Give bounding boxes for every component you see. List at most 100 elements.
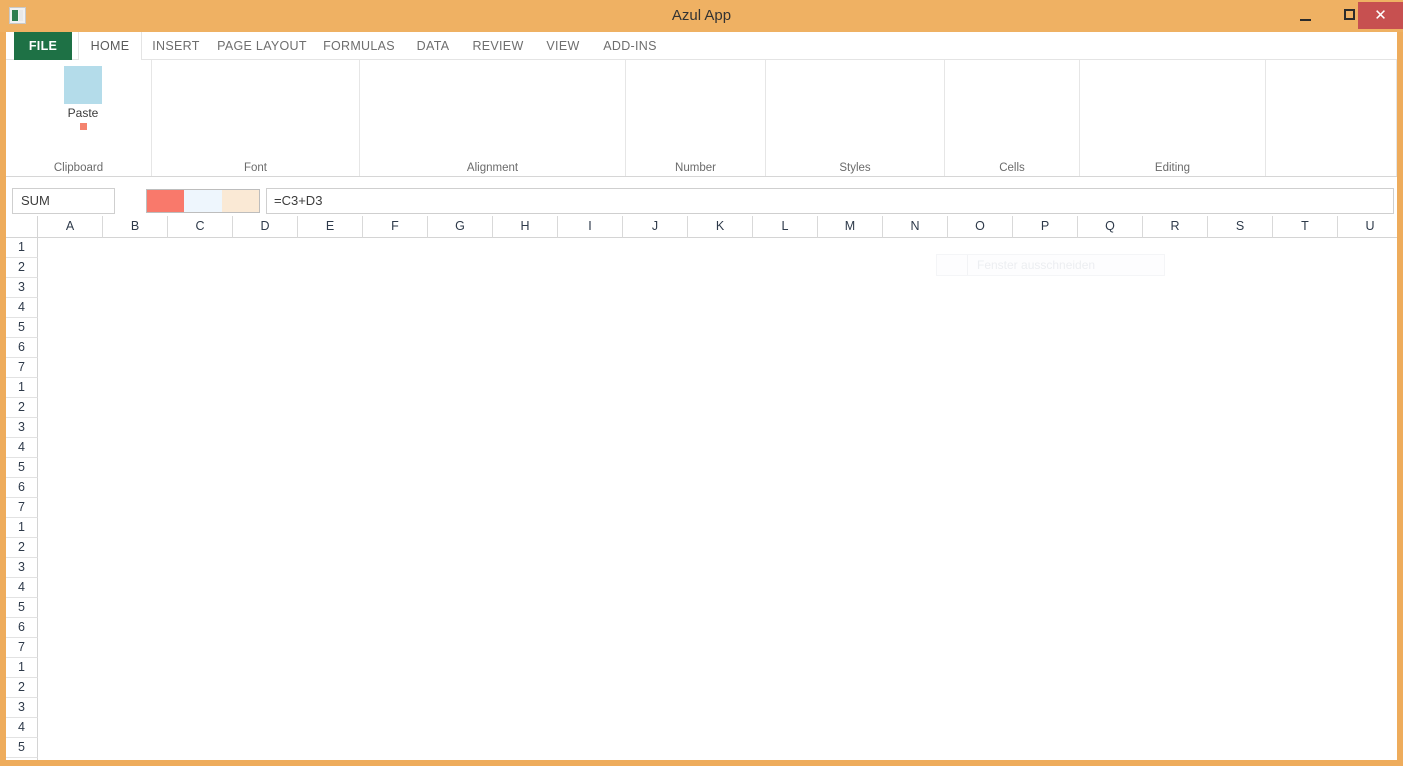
formula-action-buttons (146, 189, 260, 213)
paste-button[interactable]: Paste (52, 66, 114, 144)
row-header[interactable]: 1 (6, 658, 38, 678)
formula-bar: SUM =C3+D3 (6, 177, 1397, 216)
ribbon-group-font: Font (152, 60, 360, 176)
row-header[interactable]: 6 (6, 618, 38, 638)
column-header-o[interactable]: O (948, 216, 1013, 238)
cancel-button[interactable] (147, 190, 185, 212)
row-header[interactable]: 2 (6, 538, 38, 558)
column-header-b[interactable]: B (103, 216, 168, 238)
ribbon-group-label: Alignment (466, 162, 519, 174)
ribbon-group-spacer (1266, 60, 1397, 176)
row-header[interactable]: 3 (6, 278, 38, 298)
close-button[interactable]: ✕ (1358, 2, 1403, 29)
ribbon-tab-data[interactable]: DATA (404, 32, 462, 60)
window-client-area: FILE HOME INSERT PAGE LAYOUT FORMULAS DATA REV… (6, 32, 1397, 760)
column-header-s[interactable]: S (1208, 216, 1273, 238)
spreadsheet-grid: ABCDEFGHIJKLMNOPQRSTU 123456712345671234… (6, 216, 1397, 760)
column-header-u[interactable]: U (1338, 216, 1397, 238)
ribbon-tab-add-ins[interactable]: ADD-INS (592, 32, 668, 60)
column-header-c[interactable]: C (168, 216, 233, 238)
row-header[interactable]: 1 (6, 518, 38, 538)
ribbon-tab-home[interactable]: HOME (78, 32, 142, 61)
column-header-f[interactable]: F (363, 216, 428, 238)
application-window: Azul App ✕ FILE HOME INSERT PAGE LAYOUT FORM… (0, 0, 1403, 766)
row-header[interactable]: 4 (6, 298, 38, 318)
column-header-e[interactable]: E (298, 216, 363, 238)
row-header[interactable]: 6 (6, 478, 38, 498)
ribbon-tab-file[interactable]: FILE (14, 32, 72, 60)
ribbon-tab-formulas[interactable]: FORMULAS (314, 32, 404, 60)
ribbon-tab-view[interactable]: VIEW (534, 32, 592, 60)
row-header[interactable]: 3 (6, 558, 38, 578)
ribbon-group-label: Clipboard (53, 162, 104, 174)
ribbon-group-cells: Cells (945, 60, 1080, 176)
row-header[interactable]: 1 (6, 378, 38, 398)
column-header-n[interactable]: N (883, 216, 948, 238)
column-header-r[interactable]: R (1143, 216, 1208, 238)
window-snip-ghost-overlay[interactable]: Fenster ausschneiden (936, 254, 1165, 276)
ribbon-tab-page-layout[interactable]: PAGE LAYOUT (210, 32, 314, 60)
window-title: Azul App (671, 7, 732, 24)
column-header-t[interactable]: T (1273, 216, 1338, 238)
column-header-h[interactable]: H (493, 216, 558, 238)
ribbon-group-label: Styles (839, 162, 871, 174)
row-header[interactable]: 7 (6, 498, 38, 518)
paste-clipboard-icon (64, 66, 102, 104)
row-header[interactable]: 5 (6, 458, 38, 478)
close-icon: ✕ (1374, 6, 1387, 24)
row-header[interactable]: 7 (6, 638, 38, 658)
row-header-column: 123456712345671234567123456 (6, 238, 38, 760)
column-header-p[interactable]: P (1013, 216, 1078, 238)
ribbon-tab-strip: FILE HOME INSERT PAGE LAYOUT FORMULAS DATA REV… (6, 32, 1397, 61)
ribbon-tab-review[interactable]: REVIEW (462, 32, 534, 60)
column-header-l[interactable]: L (753, 216, 818, 238)
row-header[interactable]: 2 (6, 258, 38, 278)
column-header-m[interactable]: M (818, 216, 883, 238)
ribbon-group-label: Editing (1154, 162, 1191, 174)
maximize-icon (1344, 9, 1355, 20)
ribbon-group-label: Cells (999, 162, 1025, 174)
insert-fx-button[interactable] (221, 190, 259, 212)
row-header[interactable]: 4 (6, 438, 38, 458)
row-header[interactable]: 2 (6, 678, 38, 698)
row-header[interactable]: 2 (6, 398, 38, 418)
row-header[interactable]: 4 (6, 578, 38, 598)
paste-button-label: Paste (67, 106, 99, 120)
row-header[interactable]: 7 (6, 358, 38, 378)
minimize-icon (1300, 19, 1311, 21)
ribbon-group-label: Number (675, 162, 716, 174)
ghost-icon-slot (937, 255, 968, 275)
row-header[interactable]: 3 (6, 418, 38, 438)
row-header[interactable]: 5 (6, 318, 38, 338)
ribbon-tab-insert[interactable]: INSERT (142, 32, 210, 60)
ribbon-group-label: Font (243, 162, 267, 174)
ribbon-group-editing: Editing (1080, 60, 1266, 176)
column-header-row: ABCDEFGHIJKLMNOPQRSTU (38, 216, 1397, 238)
title-bar: Azul App ✕ (0, 0, 1403, 32)
row-header[interactable]: 6 (6, 758, 38, 760)
column-header-g[interactable]: G (428, 216, 493, 238)
minimize-button[interactable] (1284, 0, 1328, 30)
name-box-input[interactable]: SUM (12, 188, 115, 214)
select-all-corner-button[interactable] (6, 216, 38, 238)
row-header[interactable]: 3 (6, 698, 38, 718)
confirm-button[interactable] (184, 190, 222, 212)
ghost-overlay-label: Fenster ausschneiden (977, 258, 1096, 272)
row-header[interactable]: 4 (6, 718, 38, 738)
ribbon-group-alignment: Alignment (360, 60, 626, 176)
column-header-j[interactable]: J (623, 216, 688, 238)
row-header[interactable]: 5 (6, 598, 38, 618)
row-header[interactable]: 1 (6, 238, 38, 258)
row-header[interactable]: 5 (6, 738, 38, 758)
row-header[interactable]: 6 (6, 338, 38, 358)
column-header-i[interactable]: I (558, 216, 623, 238)
column-header-q[interactable]: Q (1078, 216, 1143, 238)
column-header-d[interactable]: D (233, 216, 298, 238)
formula-input[interactable]: =C3+D3 (266, 188, 1394, 214)
column-header-a[interactable]: A (38, 216, 103, 238)
paste-dropdown-icon[interactable] (80, 123, 87, 130)
sheet-cell-area[interactable] (38, 238, 1397, 760)
column-header-k[interactable]: K (688, 216, 753, 238)
ribbon-body: Editing Cells Styles Number Alignment Font Cli… (6, 60, 1397, 177)
ribbon-group-styles: Styles (766, 60, 945, 176)
